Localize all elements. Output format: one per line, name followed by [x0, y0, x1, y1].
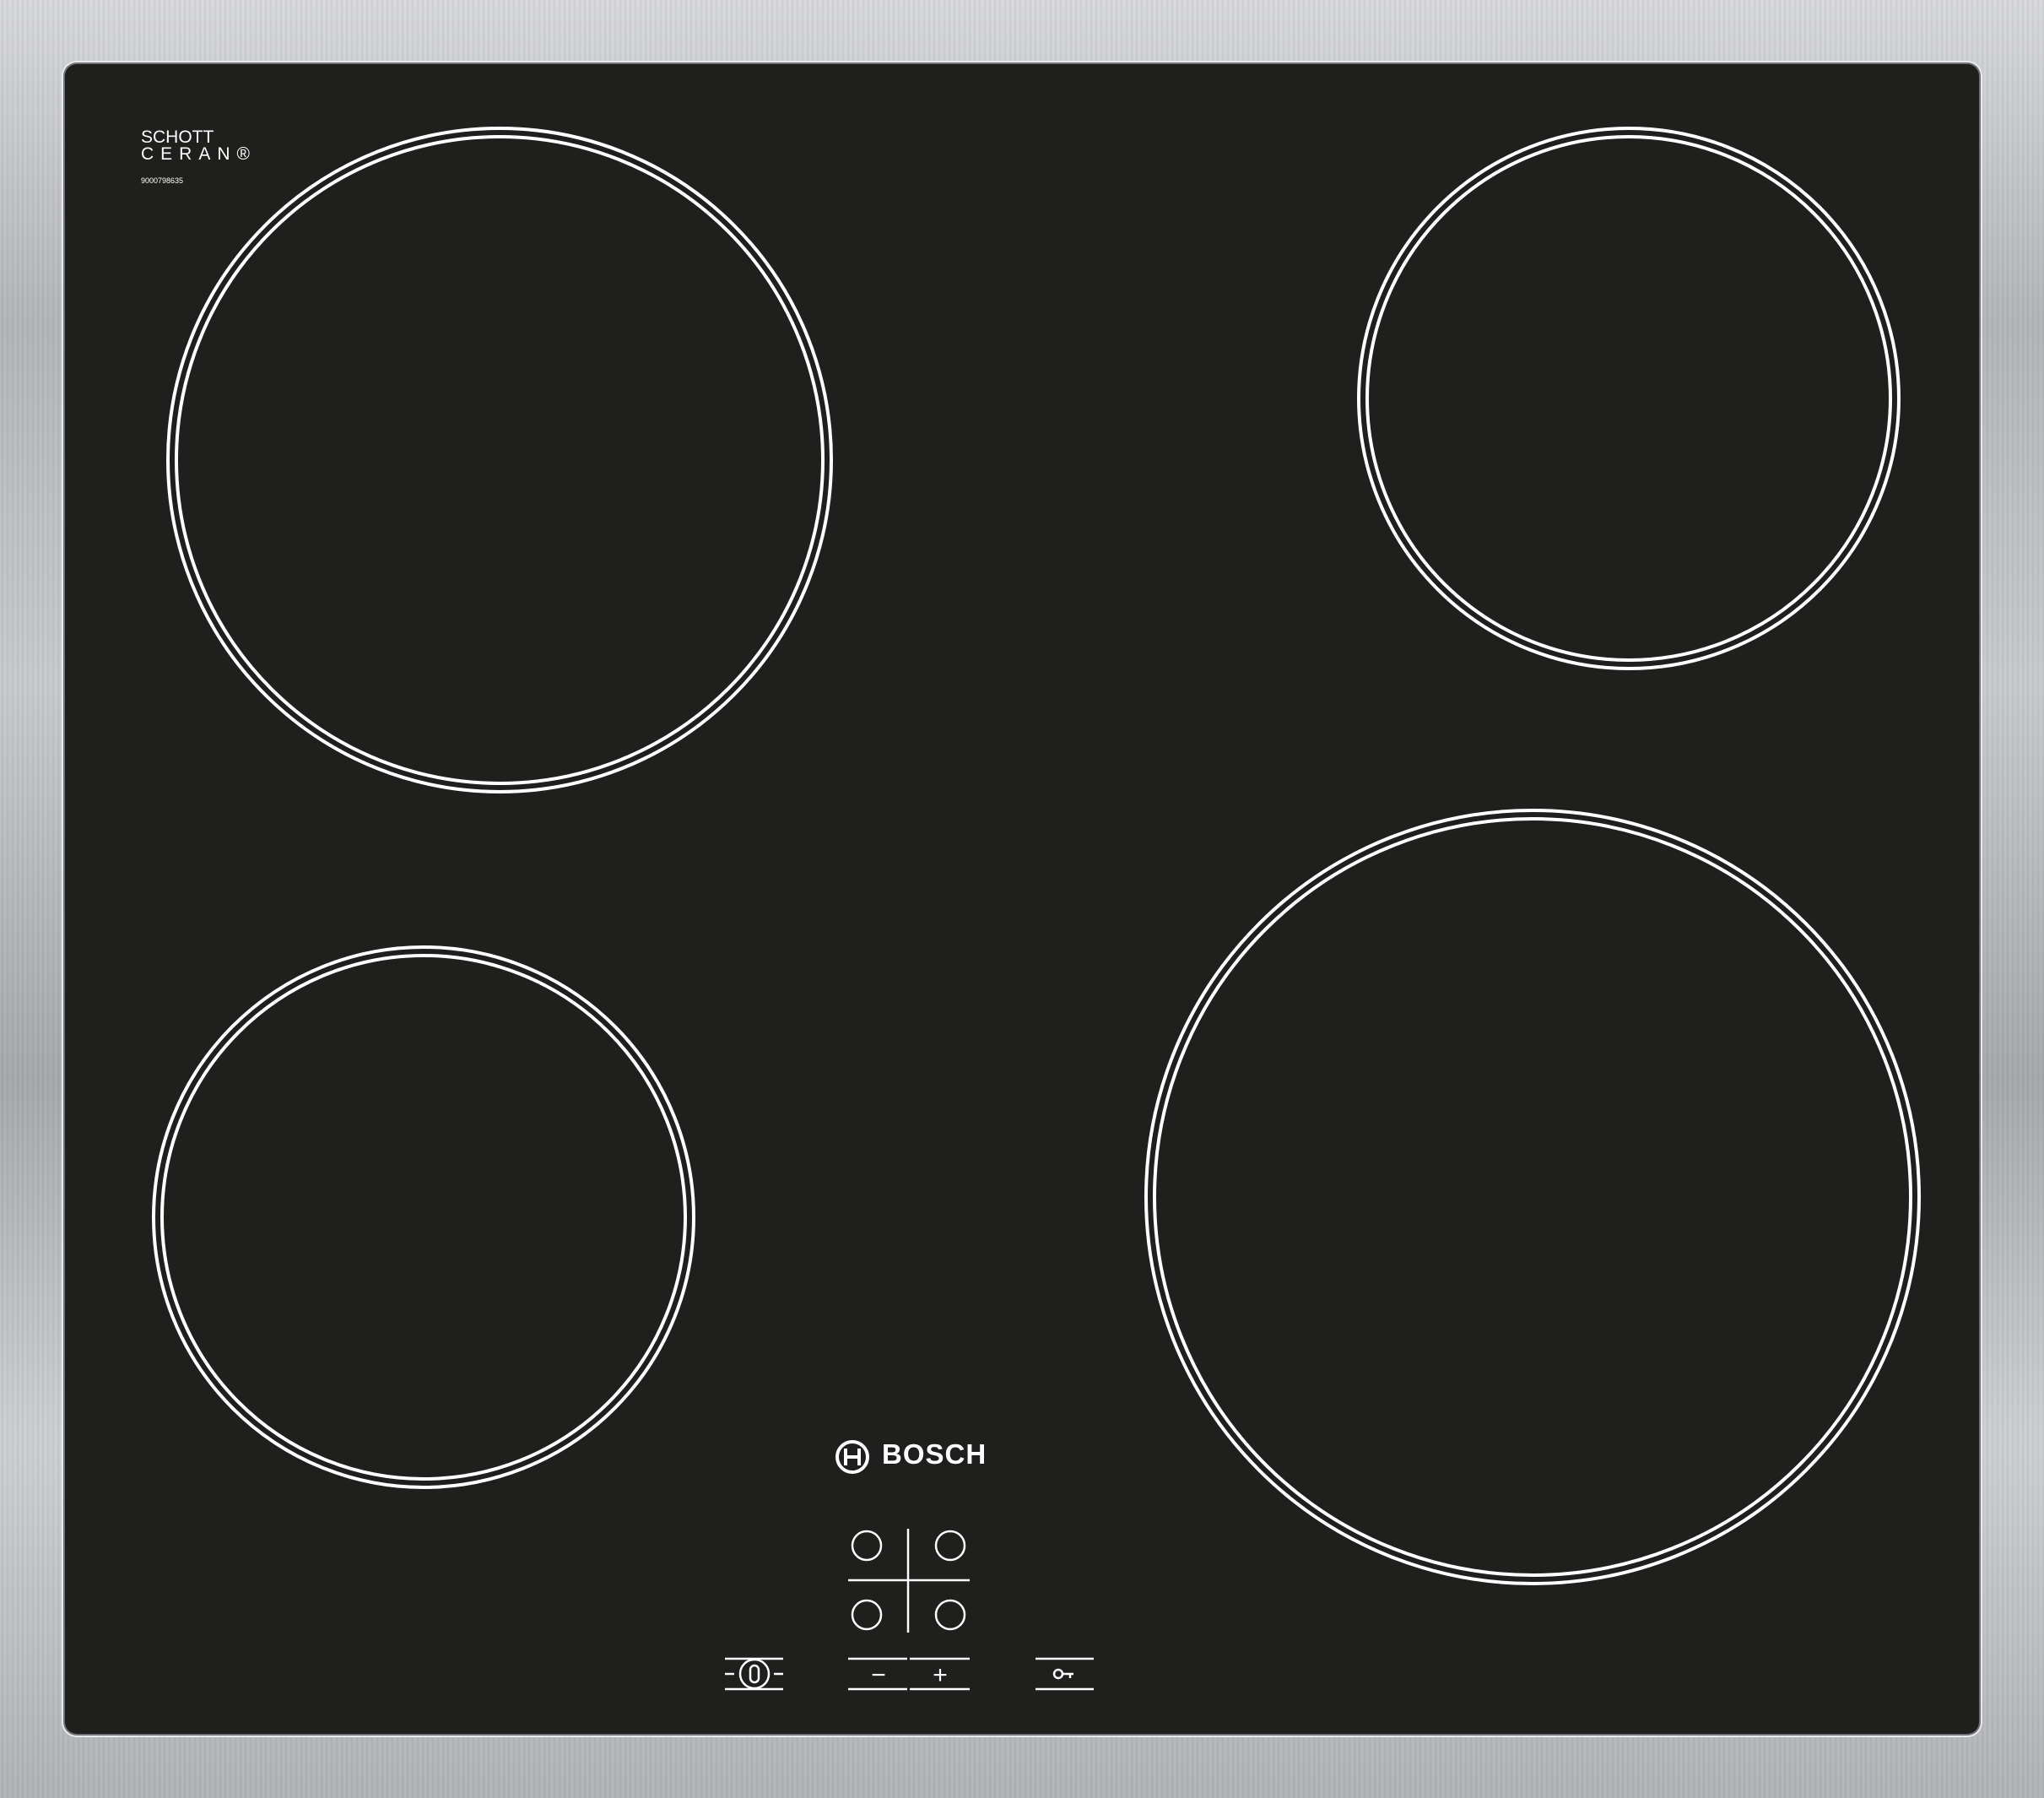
child-lock-button[interactable] — [1036, 1657, 1094, 1691]
burner-ring-outer — [152, 945, 695, 1489]
burner-indicator-front-right[interactable] — [934, 1599, 966, 1631]
burner-ring-outer — [166, 127, 833, 793]
cooktop: SCHOTT CERAN® 9000798635 − + BOSCH — [0, 0, 2044, 1798]
power-icon — [738, 1658, 771, 1690]
plus-label: + — [933, 1661, 948, 1689]
markings-layer: − + — [152, 127, 1921, 1691]
minus-label: − — [871, 1661, 886, 1689]
burner-indicator-rear-left[interactable] — [851, 1530, 883, 1562]
burner-ring-inner — [1153, 817, 1912, 1577]
burner-selector — [848, 1529, 970, 1633]
burner-indicator-rear-right[interactable] — [934, 1530, 966, 1562]
brand-name: BOSCH — [882, 1438, 987, 1470]
burner-indicator-front-left[interactable] — [851, 1599, 883, 1631]
burner-rear-right-small[interactable] — [1357, 127, 1901, 670]
bosch-logo-icon — [835, 1440, 869, 1474]
burner-front-left-large[interactable] — [166, 127, 833, 793]
power-button[interactable] — [725, 1657, 783, 1691]
burner-rear-left-medium[interactable] — [152, 945, 695, 1489]
burner-ring-outer — [1144, 809, 1921, 1585]
burner-front-right-xl[interactable] — [1144, 809, 1921, 1585]
burner-ring-outer — [1357, 127, 1901, 670]
key-lock-icon — [1052, 1668, 1073, 1680]
burner-ring-inner — [1365, 135, 1892, 662]
burner-ring-inner — [160, 954, 687, 1481]
burner-ring-inner — [175, 135, 825, 785]
